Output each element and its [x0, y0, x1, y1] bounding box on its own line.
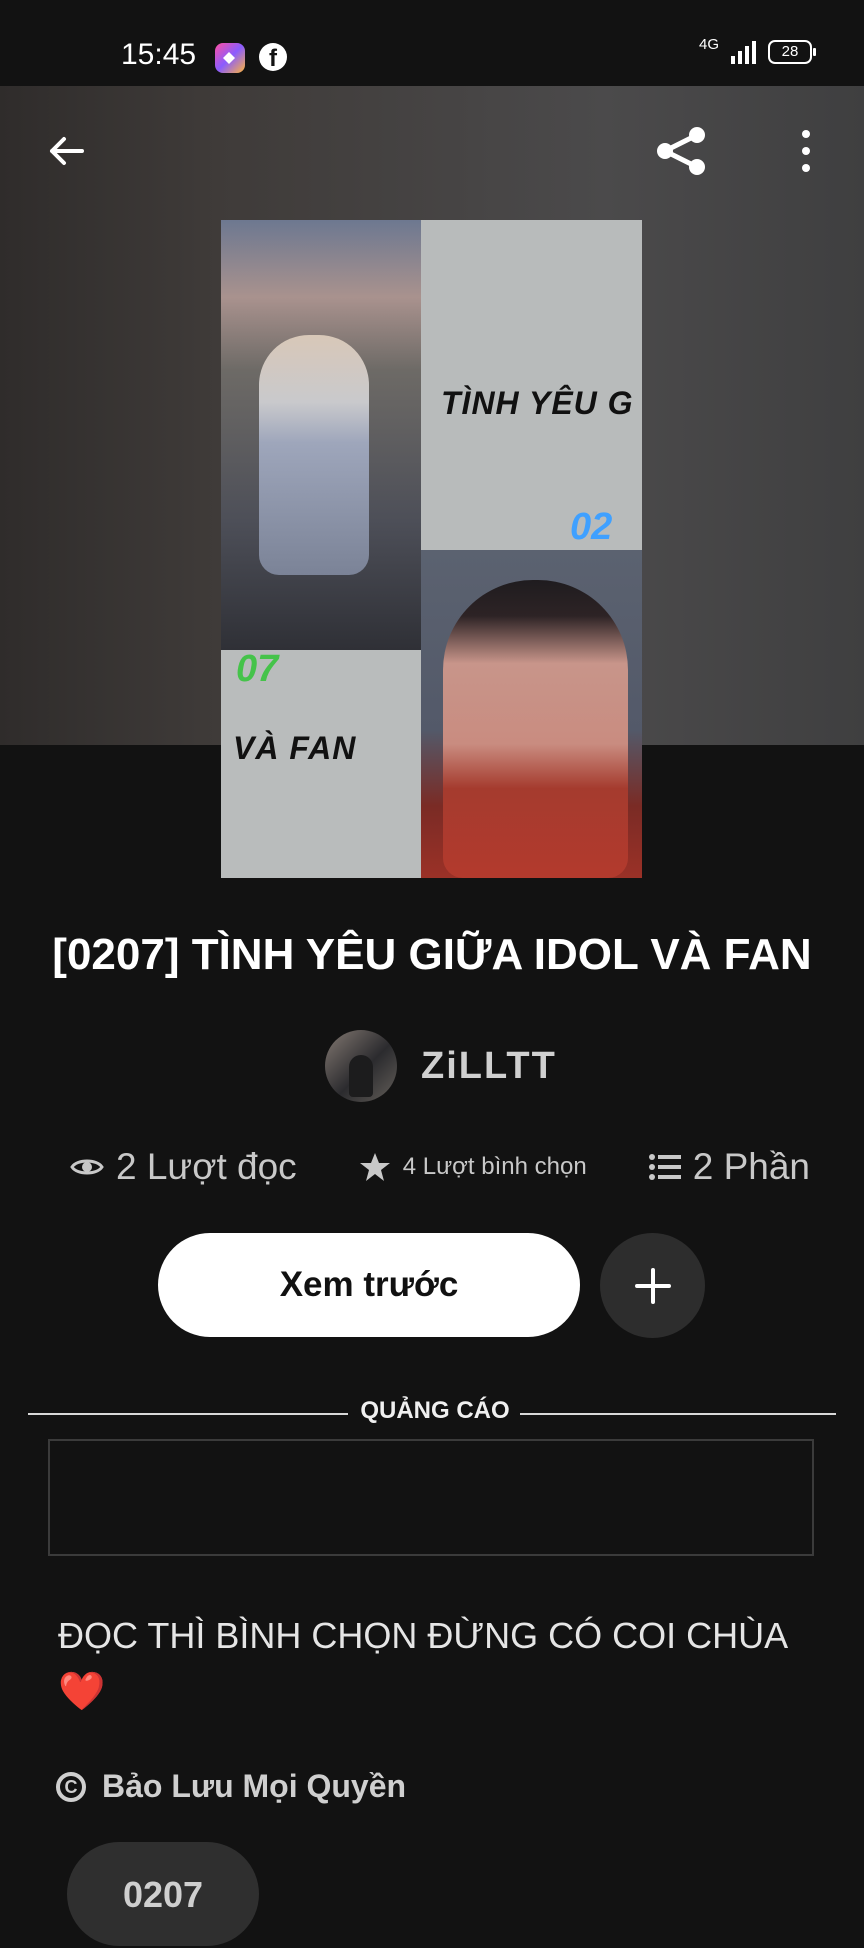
copyright-text: Bảo Lưu Mọi Quyền [102, 1768, 407, 1804]
copyright-row: C Bảo Lưu Mọi Quyền [56, 1768, 406, 1805]
network-label: 4G [698, 35, 719, 53]
story-stats: 2 Lượt đọc 4 Lượt bình chọn 2 Phần [70, 1146, 810, 1188]
reads-stat: 2 Lượt đọc [70, 1146, 297, 1188]
cover-text-bottom: VÀ FAN [233, 730, 357, 766]
author-avatar[interactable] [325, 1030, 397, 1102]
list-icon [648, 1154, 681, 1180]
author-name[interactable]: ZiLLTT [421, 1045, 557, 1088]
votes-stat: 4 Lượt bình chọn [359, 1151, 587, 1183]
votes-count: 4 Lượt bình chọn [402, 1153, 587, 1180]
status-bar: 15:45 f 4G 28 [0, 0, 864, 86]
advertisement-slot[interactable] [48, 1439, 814, 1556]
ad-divider-right [520, 1413, 836, 1415]
preview-button[interactable]: Xem trước [158, 1233, 580, 1337]
plus-icon [634, 1267, 671, 1304]
signal-icon [731, 40, 756, 64]
facebook-icon: f [259, 43, 287, 72]
status-indicators: 4G 28 [698, 35, 816, 64]
copyright-icon: C [56, 1771, 86, 1802]
parts-count[interactable]: 2 Phần [693, 1146, 810, 1188]
cover-number-top: 02 [570, 506, 613, 548]
cover-number-bottom: 07 [236, 648, 279, 690]
cover-person-right [443, 580, 628, 878]
status-time: 15:45 [121, 38, 197, 71]
reads-count: 2 Lượt đọc [116, 1146, 297, 1187]
description-text: ĐỌC THÌ BÌNH CHỌN ĐỪNG CÓ COI CHÙA [58, 1615, 789, 1656]
heart-emoji: ❤️ [58, 1671, 106, 1713]
cover-person-left [259, 335, 369, 575]
cover-text-top: TÌNH YÊU G [441, 385, 634, 421]
battery-icon: 28 [768, 40, 816, 64]
ad-divider-left [28, 1413, 348, 1415]
book-cover[interactable]: TÌNH YÊU G 02 07 VÀ FAN [221, 220, 642, 878]
ad-label: QUẢNG CÁO [360, 1397, 510, 1424]
top-navigation [0, 86, 864, 216]
app-notification-icon [215, 43, 245, 73]
add-to-library-button[interactable] [600, 1233, 705, 1338]
star-icon [359, 1153, 390, 1181]
book-title: [0207] TÌNH YÊU GIỮA IDOL VÀ FAN [52, 930, 812, 979]
story-description: ĐỌC THÌ BÌNH CHỌN ĐỪNG CÓ COI CHÙA ❤️ [58, 1608, 818, 1720]
parts-stat[interactable]: 2 Phần [648, 1146, 810, 1188]
author-row[interactable]: ZiLLTT [325, 1030, 557, 1102]
eye-icon [70, 1159, 104, 1175]
story-tag[interactable]: 0207 [67, 1842, 259, 1946]
